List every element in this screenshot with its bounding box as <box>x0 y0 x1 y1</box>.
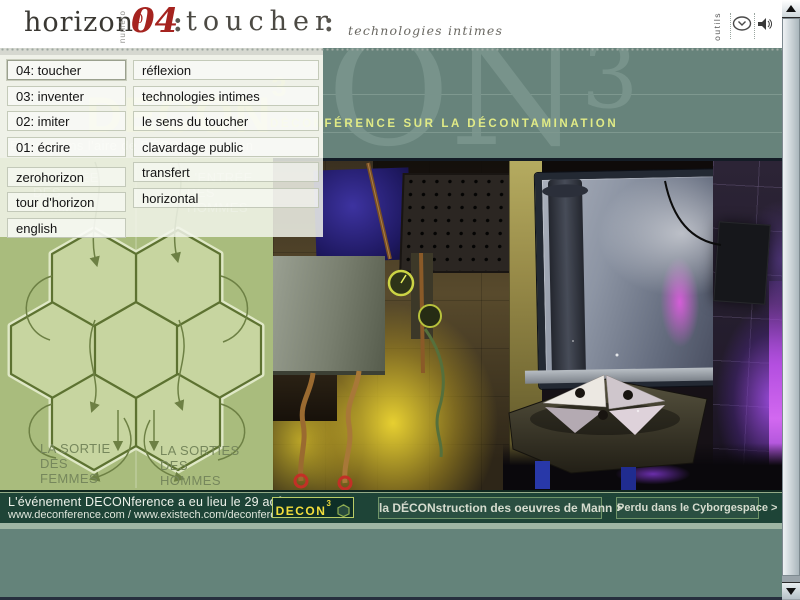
event-footer-bar: L'événement DECONference a eu lieu le 29… <box>0 490 782 523</box>
nav-tour-dhorizon[interactable]: tour d'horizon <box>7 192 126 212</box>
nav-issue-02-imiter[interactable]: 02: imiter <box>7 111 126 131</box>
perdu-cyborgespace-link[interactable]: Perdu dans le Cyborgespace > <box>616 497 759 519</box>
scroll-down-button[interactable] <box>782 582 800 599</box>
nav-issue-03-inventer[interactable]: 03: inventer <box>7 86 126 106</box>
nav-section-clavardage[interactable]: clavardage public <box>133 137 319 157</box>
navigation-overlay: 04: toucher 03: inventer 02: imiter 01: … <box>0 55 323 237</box>
sage-divider-strip <box>0 523 782 529</box>
nav-section-sens-toucher[interactable]: le sens du toucher <box>133 111 319 131</box>
deconstruction-mann-link[interactable]: la DÉCONstruction des oeuvres de Mann > <box>378 497 602 519</box>
sortie-femmes-label: LA SORTIEDESFEMMES <box>40 441 111 486</box>
separator-colon: : <box>324 8 334 38</box>
decon3-button[interactable]: DECON3 <box>272 497 354 518</box>
sortie-hommes-label: LA SORTIESDESHOMMES <box>160 443 240 488</box>
vertical-scrollbar[interactable] <box>782 0 800 600</box>
nav-english[interactable]: english <box>7 218 126 238</box>
issue-title: toucher <box>186 6 334 37</box>
site-header: horizon0 numéro 04 : toucher : technolog… <box>0 0 800 48</box>
nav-issue-04-toucher[interactable]: 04: toucher <box>7 60 126 80</box>
speaker-icon[interactable] <box>757 17 773 36</box>
band-teal-zone: ON3 <box>323 48 782 158</box>
nav-zerohorizon[interactable]: zerohorizon <box>7 167 126 187</box>
horizonzero-page: DECON3 Entrez dans l'aire de DÉCONtamina… <box>0 0 800 600</box>
scroll-up-button[interactable] <box>782 0 800 18</box>
nav-issue-01-ecrire[interactable]: 01: écrire <box>7 137 126 157</box>
nav-section-technologies[interactable]: technologies intimes <box>133 86 319 106</box>
decontamination-chamber-photo <box>273 158 782 490</box>
decon-watermark-large: ON3 <box>327 48 639 158</box>
numero-label: numéro <box>118 10 127 43</box>
tools-divider <box>730 13 731 39</box>
event-urls: www.deconference.com / www.existech.com/… <box>8 509 294 521</box>
hexagon-icon <box>337 504 350 517</box>
separator-colon: : <box>173 8 183 38</box>
photo-equipment-overlay <box>273 161 782 490</box>
chevron-down-icon[interactable] <box>732 16 752 36</box>
issue-subtitle: technologies intimes <box>348 23 503 38</box>
scrollbar-thumb[interactable] <box>782 18 800 576</box>
nav-section-transfert[interactable]: transfert <box>133 162 319 182</box>
nav-section-horizontal[interactable]: horizontal <box>133 188 319 208</box>
nav-section-reflexion[interactable]: réflexion <box>133 60 319 80</box>
tools-divider <box>754 13 755 39</box>
issue-number: 04 <box>131 1 178 41</box>
outils-label: outils <box>712 12 722 41</box>
